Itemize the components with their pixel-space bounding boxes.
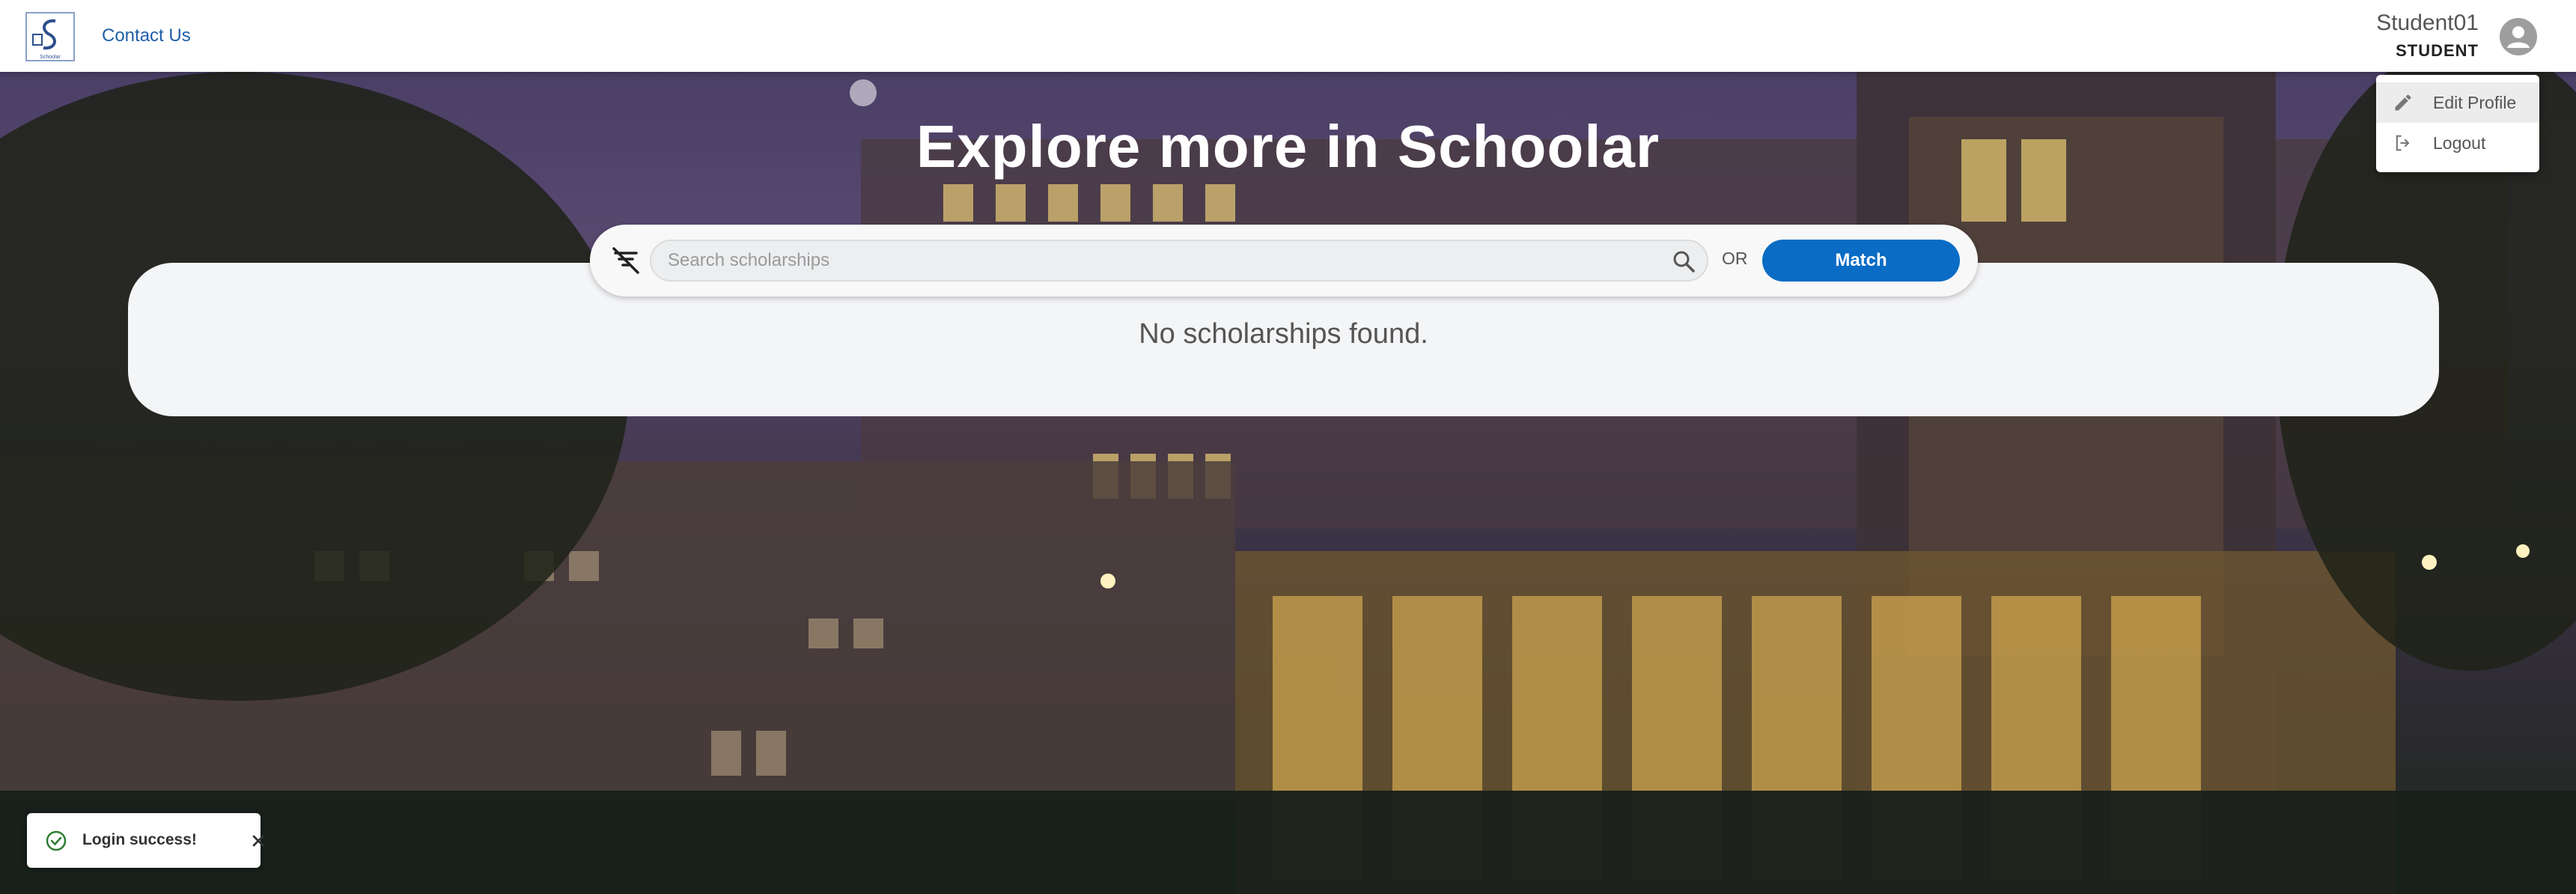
check-circle-icon (45, 830, 67, 852)
logout-label: Logout (2433, 133, 2486, 153)
search-icon[interactable] (1671, 249, 1696, 274)
logout-icon (2393, 133, 2414, 153)
avatar-icon[interactable] (2500, 18, 2537, 55)
background-campus-photo (0, 72, 2576, 894)
svg-text:Schoolar: Schoolar (40, 55, 61, 60)
toast-message: Login success! (82, 831, 197, 848)
pencil-icon (2393, 92, 2414, 113)
empty-results-message: No scholarships found. (1139, 318, 1428, 350)
search-field (650, 240, 1708, 282)
schoolar-logo[interactable]: Schoolar (25, 12, 75, 61)
edit-profile-label: Edit Profile (2433, 92, 2517, 112)
close-icon[interactable] (249, 831, 268, 851)
edit-profile-menu-item[interactable]: Edit Profile (2376, 82, 2539, 123)
user-name: Student01 (2376, 10, 2479, 35)
or-label: OR (1722, 249, 1748, 268)
match-button[interactable]: Match (1762, 240, 1960, 282)
top-navbar: Schoolar Contact Us Student01 STUDENT (0, 0, 2576, 72)
user-role: STUDENT (2396, 41, 2479, 60)
page-title: Explore more in Schoolar (916, 113, 1660, 180)
search-bar: OR Match (590, 225, 1978, 297)
search-input[interactable] (668, 241, 1656, 280)
logout-menu-item[interactable]: Logout (2376, 123, 2539, 163)
filter-off-icon[interactable] (608, 243, 644, 279)
login-success-toast: Login success! (27, 813, 264, 868)
contact-us-link[interactable]: Contact Us (102, 25, 191, 46)
user-dropdown-menu: Edit Profile Logout (2376, 75, 2539, 172)
